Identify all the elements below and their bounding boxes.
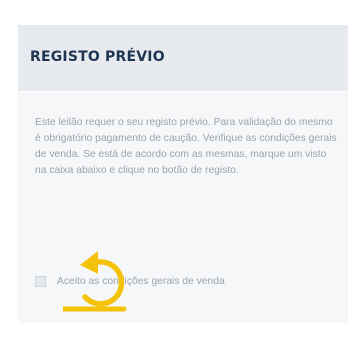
panel-title: REGISTO PRÉVIO: [30, 49, 165, 65]
panel-header: REGISTO PRÉVIO: [18, 25, 348, 91]
page: REGISTO PRÉVIO Este leilão requer o seu …: [0, 0, 355, 349]
undo-arrow-icon: [63, 251, 127, 312]
panel-description: Este leilão requer o seu registo prévio.…: [35, 117, 337, 176]
terms-checkbox[interactable]: [35, 275, 46, 287]
